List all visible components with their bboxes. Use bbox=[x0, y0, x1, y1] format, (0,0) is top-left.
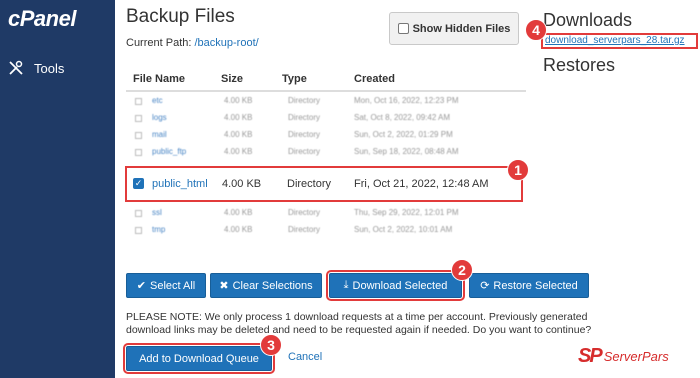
row-type: Directory bbox=[288, 113, 321, 122]
row-name[interactable]: mail bbox=[152, 130, 167, 139]
row-size: 4.00 KB bbox=[224, 225, 253, 234]
path-link[interactable]: /backup-root/ bbox=[194, 37, 258, 49]
row-checkbox[interactable] bbox=[135, 227, 142, 234]
row-size: 4.00 KB bbox=[224, 96, 253, 105]
table-row[interactable]: etc 4.00 KB Directory Mon, Oct 16, 2022,… bbox=[126, 92, 526, 109]
main-content: Backup Files Current Path: /backup-root/… bbox=[123, 0, 591, 378]
sidebar-item-label: Tools bbox=[34, 60, 65, 76]
page-title: Backup Files bbox=[126, 6, 235, 27]
close-icon: ✖ bbox=[219, 280, 229, 292]
backup-files-table: File Name Size Type Created etc 4.00 KB … bbox=[126, 70, 526, 160]
row-name[interactable]: public_ftp bbox=[152, 147, 186, 156]
show-hidden-label: Show Hidden Files bbox=[412, 22, 511, 35]
row-created: Mon, Oct 16, 2022, 12:23 PM bbox=[354, 96, 459, 105]
row-created: Fri, Oct 21, 2022, 12:48 AM bbox=[354, 178, 489, 190]
restores-heading: Restores bbox=[543, 55, 616, 75]
download-notice: PLEASE NOTE: We only process 1 download … bbox=[126, 311, 592, 336]
row-name[interactable]: etc bbox=[152, 96, 163, 105]
row-size: 4.00 KB bbox=[224, 208, 253, 217]
cpanel-logo[interactable]: cPanel bbox=[8, 6, 76, 32]
step-badge-1: 1 bbox=[507, 159, 529, 181]
table-row[interactable]: public_ftp 4.00 KB Directory Sun, Sep 18… bbox=[126, 143, 526, 160]
row-checkbox-checked[interactable]: ✓ bbox=[133, 178, 144, 189]
backup-files-table-continued: ssl 4.00 KB Directory Thu, Sep 29, 2022,… bbox=[126, 204, 526, 238]
table-header: File Name Size Type Created bbox=[126, 70, 526, 92]
table-row[interactable]: tmp 4.00 KB Directory Sun, Oct 2, 2022, … bbox=[126, 221, 526, 238]
row-size: 4.00 KB bbox=[224, 113, 253, 122]
row-created: Thu, Sep 29, 2022, 12:01 PM bbox=[354, 208, 459, 217]
row-type: Directory bbox=[288, 147, 321, 156]
tools-icon bbox=[9, 60, 23, 75]
watermark-text: ServerPars bbox=[603, 349, 669, 364]
header-created[interactable]: Created bbox=[354, 73, 395, 85]
step-badge-3: 3 bbox=[260, 334, 282, 356]
downloads-heading: Downloads bbox=[543, 10, 633, 30]
clear-selections-button[interactable]: ✖ Clear Selections bbox=[210, 273, 322, 298]
step-badge-2: 2 bbox=[451, 259, 473, 281]
row-name[interactable]: public_html bbox=[152, 178, 208, 190]
download-selected-label: Download Selected bbox=[352, 279, 448, 292]
restore-selected-label: Restore Selected bbox=[493, 279, 578, 292]
check-icon: ✔ bbox=[136, 280, 146, 292]
table-row[interactable]: logs 4.00 KB Directory Sat, Oct 8, 2022,… bbox=[126, 109, 526, 126]
row-type: Directory bbox=[288, 130, 321, 139]
select-all-label: Select All bbox=[149, 279, 196, 292]
row-name[interactable]: tmp bbox=[152, 225, 165, 234]
clear-selections-label: Clear Selections bbox=[232, 279, 313, 292]
sidebar: cPanel Tools bbox=[0, 0, 115, 378]
row-checkbox[interactable] bbox=[135, 115, 142, 122]
header-type[interactable]: Type bbox=[282, 73, 307, 85]
step-badge-4: 4 bbox=[525, 19, 547, 41]
watermark-mark: SP bbox=[578, 345, 603, 367]
show-hidden-checkbox[interactable] bbox=[397, 23, 409, 34]
download-file-link[interactable]: download_serverpars_28.tar.gz bbox=[541, 33, 698, 49]
row-created: Sun, Oct 2, 2022, 10:01 AM bbox=[354, 225, 453, 234]
sidebar-item-tools[interactable]: Tools bbox=[8, 58, 108, 78]
select-all-button[interactable]: ✔ Select All bbox=[126, 273, 206, 298]
table-row[interactable]: mail 4.00 KB Directory Sun, Oct 2, 2022,… bbox=[126, 126, 526, 143]
row-size: 4.00 KB bbox=[224, 130, 253, 139]
show-hidden-files-button[interactable]: Show Hidden Files bbox=[389, 12, 519, 45]
selected-table-row[interactable]: ✓ public_html 4.00 KB Directory Fri, Oct… bbox=[125, 166, 523, 202]
right-panel: Downloads download_serverpars_28.tar.gz … bbox=[541, 0, 700, 260]
row-checkbox[interactable] bbox=[135, 149, 142, 156]
row-checkbox[interactable] bbox=[135, 210, 142, 217]
serverpars-watermark: SP ServerPars bbox=[578, 345, 669, 368]
add-to-download-queue-button[interactable]: Add to Download Queue bbox=[123, 343, 275, 374]
restore-selected-button[interactable]: ⟳ Restore Selected bbox=[469, 273, 589, 298]
row-created: Sun, Oct 2, 2022, 01:29 PM bbox=[354, 130, 453, 139]
header-file-name[interactable]: File Name bbox=[133, 73, 185, 85]
path-label: Current Path: bbox=[126, 37, 192, 49]
row-type: Directory bbox=[288, 208, 321, 217]
row-name[interactable]: ssl bbox=[152, 208, 162, 217]
row-name[interactable]: logs bbox=[152, 113, 167, 122]
row-type: Directory bbox=[288, 225, 321, 234]
row-created: Sat, Oct 8, 2022, 09:42 AM bbox=[354, 113, 451, 122]
row-type: Directory bbox=[287, 178, 332, 190]
row-created: Sun, Sep 18, 2022, 08:48 AM bbox=[354, 147, 459, 156]
cancel-link[interactable]: Cancel bbox=[288, 351, 322, 363]
action-buttons: ✔ Select All ✖ Clear Selections ⤓ Downlo… bbox=[126, 270, 596, 301]
header-size[interactable]: Size bbox=[221, 73, 243, 85]
row-checkbox[interactable] bbox=[135, 98, 142, 105]
row-type: Directory bbox=[288, 96, 321, 105]
row-size: 4.00 KB bbox=[222, 178, 262, 190]
current-path: Current Path: /backup-root/ bbox=[126, 37, 259, 49]
refresh-icon: ⟳ bbox=[480, 280, 490, 292]
row-size: 4.00 KB bbox=[224, 147, 253, 156]
download-selected-button[interactable]: ⤓ Download Selected bbox=[326, 270, 465, 301]
table-row[interactable]: ssl 4.00 KB Directory Thu, Sep 29, 2022,… bbox=[126, 204, 526, 221]
row-checkbox[interactable] bbox=[135, 132, 142, 139]
download-icon: ⤓ bbox=[343, 279, 349, 291]
